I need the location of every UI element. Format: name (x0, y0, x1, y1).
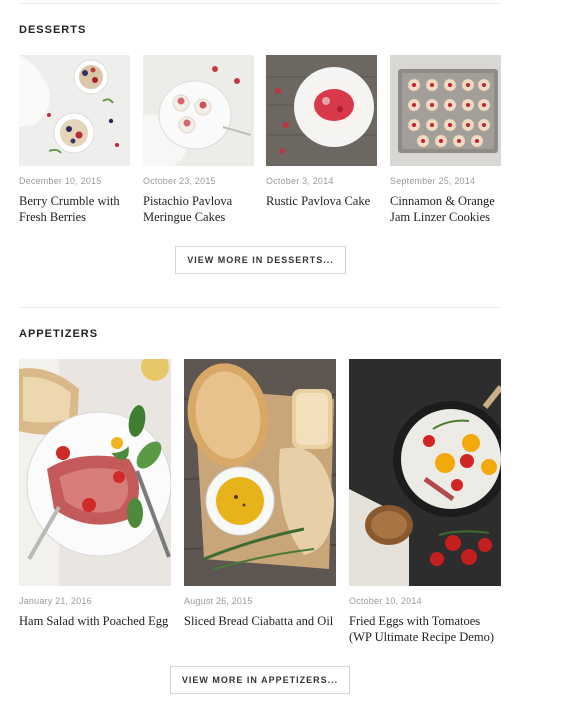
view-more-desserts-button[interactable]: VIEW MORE IN DESSERTS... (175, 246, 346, 274)
post-thumbnail[interactable] (143, 55, 254, 166)
post-title[interactable]: Sliced Bread Ciabatta and Oil (184, 613, 336, 629)
section-title-desserts[interactable]: DESSERTS (19, 24, 86, 36)
post-card-pistachio-pavlova[interactable]: October 23, 2015 Pistachio Pavlova Merin… (143, 55, 254, 225)
post-title[interactable]: Pistachio Pavlova Meringue Cakes (143, 193, 254, 225)
post-title[interactable]: Ham Salad with Poached Egg (19, 613, 171, 629)
post-thumbnail[interactable] (184, 359, 336, 586)
post-thumbnail[interactable] (349, 359, 501, 586)
post-card-fried-eggs[interactable]: October 10, 2014 Fried Eggs with Tomatoe… (349, 359, 501, 645)
view-more-appetizers-button[interactable]: VIEW MORE IN APPETIZERS... (170, 666, 350, 694)
post-card-ham-salad[interactable]: January 21, 2016 Ham Salad with Poached … (19, 359, 171, 629)
post-date: October 23, 2015 (143, 176, 216, 186)
post-thumbnail[interactable] (266, 55, 377, 166)
post-card-linzer-cookies[interactable]: September 25, 2014 Cinnamon & Orange Jam… (390, 55, 501, 225)
post-date: October 3, 2014 (266, 176, 334, 186)
post-card-ciabatta[interactable]: August 26, 2015 Sliced Bread Ciabatta an… (184, 359, 336, 629)
post-title[interactable]: Cinnamon & Orange Jam Linzer Cookies (390, 193, 501, 225)
post-date: January 21, 2016 (19, 596, 92, 606)
post-card-berry-crumble[interactable]: December 10, 2015 Berry Crumble with Fre… (19, 55, 130, 225)
post-thumbnail[interactable] (19, 55, 130, 166)
top-divider (19, 3, 501, 4)
post-date: August 26, 2015 (184, 596, 253, 606)
post-title[interactable]: Berry Crumble with Fresh Berries (19, 193, 130, 225)
post-date: October 10, 2014 (349, 596, 422, 606)
post-title[interactable]: Fried Eggs with Tomatoes (WP Ultimate Re… (349, 613, 501, 645)
section-divider (19, 307, 501, 308)
post-title[interactable]: Rustic Pavlova Cake (266, 193, 377, 209)
post-card-rustic-pavlova[interactable]: October 3, 2014 Rustic Pavlova Cake (266, 55, 377, 209)
post-date: December 10, 2015 (19, 176, 102, 186)
post-thumbnail[interactable] (19, 359, 171, 586)
post-date: September 25, 2014 (390, 176, 476, 186)
section-title-appetizers[interactable]: APPETIZERS (19, 328, 98, 340)
post-thumbnail[interactable] (390, 55, 501, 166)
